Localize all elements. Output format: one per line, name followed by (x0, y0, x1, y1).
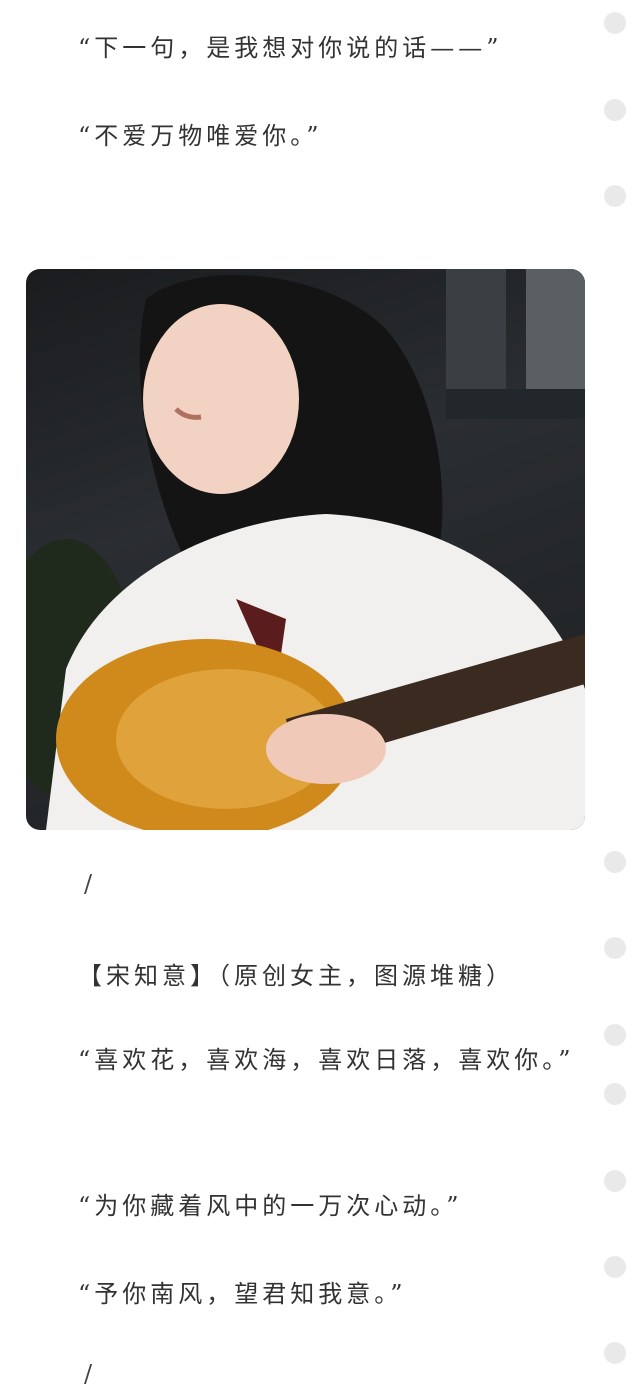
divider-slash: / (84, 870, 93, 898)
divider-slash: / (84, 1360, 93, 1388)
photo-illustration (26, 269, 585, 830)
character-title: 【宋知意】（原创女主，图源堆糖） (78, 962, 514, 990)
hand-shape (266, 714, 386, 784)
side-dot (604, 185, 626, 207)
face-shape (143, 304, 299, 494)
side-dot (604, 12, 626, 34)
side-dot (604, 99, 626, 121)
quote-likes: “喜欢花，喜欢海，喜欢日落，喜欢你。” (78, 1046, 575, 1074)
quote-south-wind: “予你南风，望君知我意。” (78, 1280, 407, 1308)
side-dot (604, 937, 626, 959)
quote-love-you: “不爱万物唯爱你。” (78, 122, 323, 150)
side-dot (604, 1256, 626, 1278)
side-dot (604, 1170, 626, 1192)
side-dot (604, 1083, 626, 1105)
pillar-base-shape (446, 389, 585, 419)
side-dot (604, 1024, 626, 1046)
girl-guitar-photo[interactable] (26, 269, 585, 830)
side-dot (604, 851, 626, 873)
side-dot (604, 1342, 626, 1364)
pillar-shape (526, 269, 585, 409)
quote-heartbeat: “为你藏着风中的一万次心动。” (78, 1192, 463, 1220)
quote-next-line: “下一句，是我想对你说的话——” (78, 34, 503, 62)
